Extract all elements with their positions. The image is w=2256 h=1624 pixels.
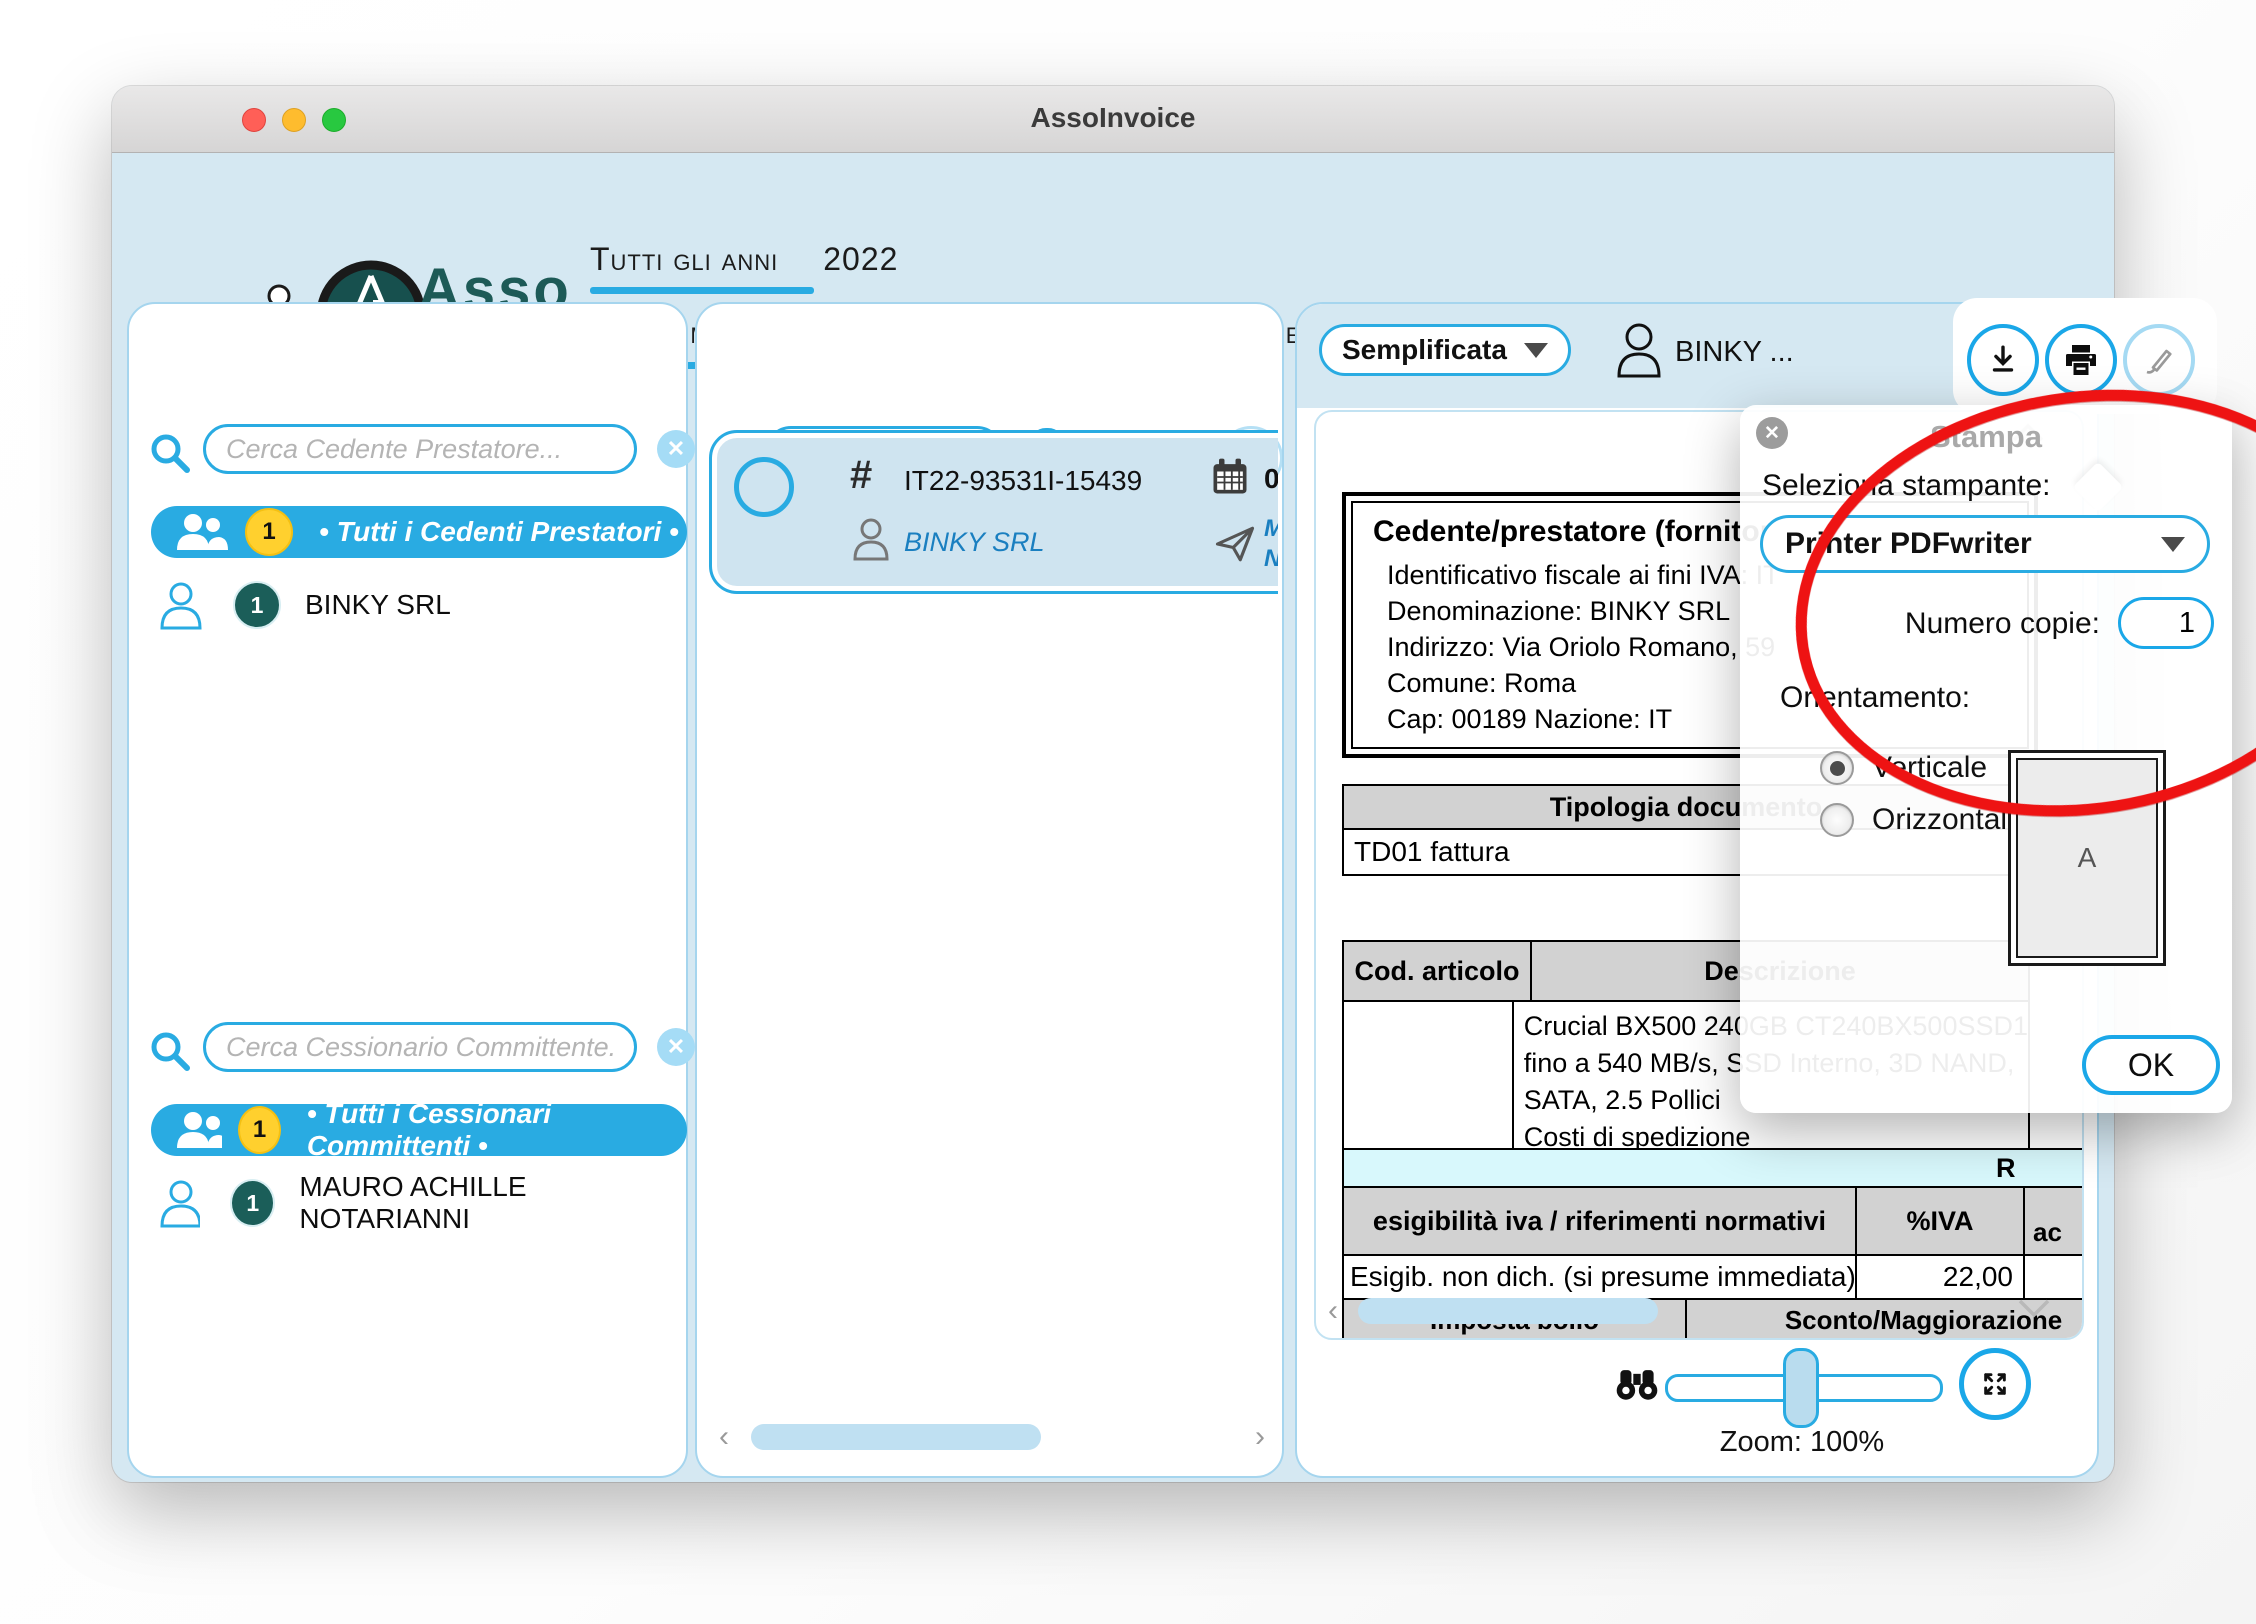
- count-badge: 1: [233, 581, 281, 629]
- printer-dropdown[interactable]: Printer PDFwriter: [1760, 515, 2210, 573]
- tab-tutti-gli-anni[interactable]: Tutti gli anni: [590, 241, 778, 278]
- preview-horizontal-scrollbar[interactable]: [1358, 1298, 1658, 1324]
- user-outline-icon: [159, 580, 203, 630]
- printer-icon: [2063, 342, 2099, 378]
- users-icon: [173, 1108, 222, 1152]
- clear-cessionario-search-icon[interactable]: ✕: [657, 1028, 695, 1066]
- view-mode-dropdown[interactable]: Semplificata: [1319, 324, 1571, 376]
- preview-scroll-down-icon[interactable]: [2016, 1296, 2052, 1320]
- summary-col1-header: esigibilità iva / riferimenti normativi: [1342, 1188, 1857, 1256]
- search-icon: [147, 430, 193, 476]
- invoice-list-item[interactable]: # IT22-93531I-15439 05 BINKY SRL: [709, 430, 1278, 594]
- radio-unselected-icon: [1820, 803, 1854, 837]
- copies-input[interactable]: [2118, 597, 2214, 649]
- summary-col3-header-fragment: ac: [2025, 1188, 2084, 1256]
- titlebar: AssoInvoice: [112, 86, 2114, 153]
- caret-down-icon: [1524, 343, 1548, 358]
- radio-selected-icon: [1820, 751, 1854, 785]
- all-cessionari-label: • Tutti i Cessionari Committenti •: [307, 1098, 687, 1162]
- summary-row1-value: 22,00: [1857, 1256, 2025, 1300]
- orientation-label: Orientamento:: [1780, 681, 1970, 715]
- cessionario-name: MAURO ACHILLE NOTARIANNI: [299, 1171, 679, 1235]
- invoice-number: IT22-93531I-15439: [904, 465, 1142, 497]
- summary-row1-text: Esigib. non dich. (si presume immediata): [1342, 1256, 1857, 1300]
- print-button[interactable]: [2045, 324, 2117, 396]
- user-outline-icon: [1615, 322, 1663, 378]
- pen-icon: [2141, 342, 2177, 378]
- zoom-slider-thumb[interactable]: [1783, 1348, 1819, 1428]
- page-preview-letter: A: [2016, 758, 2158, 958]
- articles-code-cell: [1342, 1002, 1514, 1166]
- count-badge: 1: [238, 1106, 281, 1154]
- copies-label: Numero copie:: [1860, 607, 2100, 641]
- sidebar-item-all-cedenti[interactable]: 1 • Tutti i Cedenti Prestatori •: [151, 506, 687, 558]
- download-button[interactable]: [1967, 324, 2039, 396]
- user-outline-icon: [852, 517, 890, 561]
- popup-title: Stampa: [1740, 419, 2232, 455]
- radio-orizzontale[interactable]: Orizzontale: [1820, 803, 2024, 837]
- fullscreen-button[interactable]: [1959, 1348, 2031, 1420]
- edit-button[interactable]: [2123, 324, 2195, 396]
- printer-value: Printer PDFwriter: [1785, 527, 2032, 561]
- ok-button[interactable]: OK: [2082, 1035, 2220, 1095]
- search-cedente-input[interactable]: [203, 424, 637, 474]
- count-badge: 1: [245, 508, 293, 556]
- sidebar-item-all-cessionari[interactable]: 1 • Tutti i Cessionari Committenti •: [151, 1104, 687, 1156]
- view-mode-value: Semplificata: [1342, 334, 1507, 366]
- page-orientation-preview: A: [2008, 750, 2166, 966]
- calendar-icon: [1208, 455, 1252, 499]
- radio-orizzontale-label: Orizzontale: [1872, 803, 2024, 837]
- clear-cedente-search-icon[interactable]: ✕: [657, 430, 695, 468]
- screen: AssoInvoice Asso Invoice Tutti gli anni …: [0, 0, 2256, 1624]
- preview-subject: BINKY ...: [1675, 336, 1794, 369]
- invoice-recipient-fragment-1: MA: [1264, 515, 1278, 543]
- binoculars-icon: [1613, 1366, 1661, 1402]
- search-cessionario-input[interactable]: [203, 1022, 637, 1072]
- hash-icon: #: [850, 453, 872, 498]
- summary-band-fragment: R: [1996, 1153, 2016, 1184]
- list-scroll-right-icon[interactable]: ›: [1255, 1420, 1265, 1454]
- list-item-cessionario[interactable]: 1 MAURO ACHILLE NOTARIANNI: [159, 1174, 679, 1232]
- window-title: AssoInvoice: [112, 102, 2114, 134]
- printer-select-label: Seleziona stampante:: [1762, 469, 2051, 503]
- user-outline-icon: [159, 1178, 200, 1228]
- year-tab-underline: [590, 287, 814, 294]
- radio-verticale[interactable]: Verticale: [1820, 751, 1987, 785]
- articles-col1-header: Cod. articolo: [1342, 940, 1532, 1002]
- users-icon: [173, 510, 229, 554]
- invoice-select-radio[interactable]: [734, 457, 794, 517]
- print-popup: ✕ Stampa Seleziona stampante: Printer PD…: [1740, 405, 2232, 1113]
- expand-icon: [1979, 1368, 2011, 1400]
- download-icon: [1986, 343, 2020, 377]
- all-cedenti-label: • Tutti i Cedenti Prestatori •: [319, 516, 679, 548]
- search-icon: [147, 1028, 193, 1074]
- parties-panel: ✕ 1 • Tutti i Cedenti Prestatori • 1 BIN…: [127, 302, 688, 1478]
- paper-plane-icon: [1214, 523, 1256, 565]
- tab-2022[interactable]: 2022: [823, 241, 898, 278]
- summary-col2-header: %IVA: [1857, 1188, 2025, 1256]
- cedente-name: BINKY SRL: [305, 589, 451, 621]
- list-item-cedente[interactable]: 1 BINKY SRL: [159, 576, 679, 634]
- radio-verticale-label: Verticale: [1872, 751, 1987, 785]
- invoice-date-fragment: 05: [1264, 463, 1278, 495]
- zoom-level-label: Zoom: 100%: [1657, 1426, 1947, 1459]
- preview-scroll-left-icon[interactable]: ‹: [1328, 1294, 1338, 1328]
- app-window: AssoInvoice Asso Invoice Tutti gli anni …: [112, 86, 2114, 1482]
- caret-down-icon: [2161, 537, 2185, 552]
- invoice-sender: BINKY SRL: [904, 527, 1045, 558]
- year-tabs: Tutti gli anni 2022: [590, 241, 898, 278]
- list-scroll-left-icon[interactable]: ‹: [719, 1420, 729, 1454]
- invoice-recipient-fragment-2: NO: [1264, 545, 1278, 573]
- count-badge: 1: [230, 1179, 275, 1227]
- list-horizontal-scrollbar[interactable]: [751, 1424, 1041, 1450]
